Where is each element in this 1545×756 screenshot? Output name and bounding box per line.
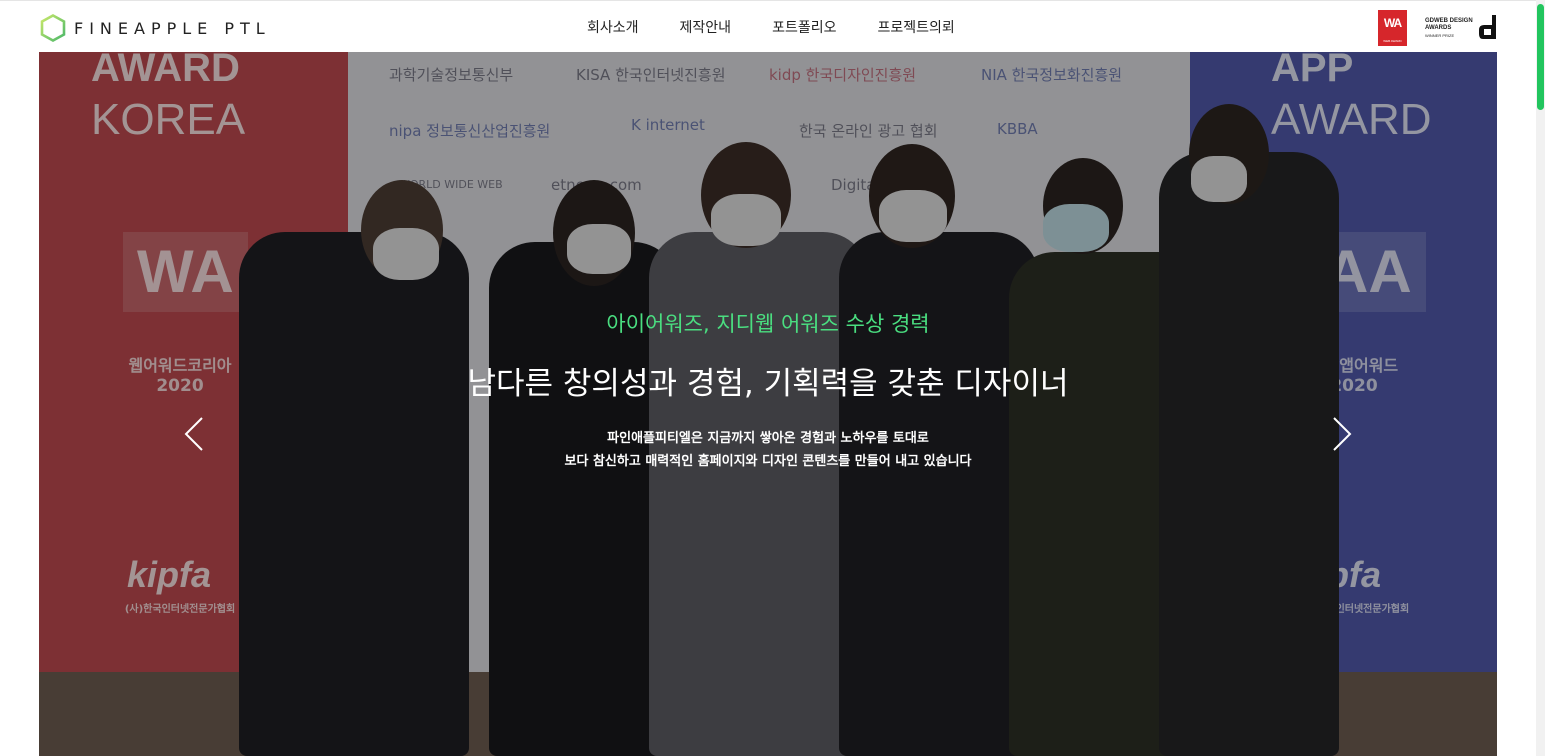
web-award-caption: WEB AWARD: [1383, 39, 1402, 43]
nav-item-guide[interactable]: 제작안내: [680, 17, 732, 37]
web-award-badge[interactable]: WA WEB AWARD: [1378, 10, 1407, 46]
web-award-mark: WA: [1383, 16, 1402, 30]
hero-overlay: [39, 52, 1497, 756]
gdweb-logo-icon: [1479, 15, 1496, 39]
nav-item-portfolio[interactable]: 포트폴리오: [772, 17, 836, 37]
logo[interactable]: FINEAPPLE PTL: [40, 14, 271, 42]
award-badges: WA WEB AWARD GDWEB DESIGN AWARDS WINNER …: [1378, 9, 1499, 47]
slider-prev-button[interactable]: [183, 416, 205, 452]
chevron-left-icon: [184, 417, 203, 451]
hero-description-line: 파인애플피티엘은 지금까지 쌓아온 경험과 노하우를 토대로: [607, 431, 929, 446]
chevron-right-icon: [1333, 417, 1352, 451]
hero-title: 남다른 창의성과 경험, 기획력을 갖춘 디자이너: [467, 366, 1069, 402]
hero-subtitle: 아이어워즈, 지디웹 어워즈 수상 경력: [606, 312, 930, 336]
gdweb-award-caption: WINNER PRIZE: [1425, 32, 1455, 38]
slider-next-button[interactable]: [1331, 416, 1353, 452]
page: FINEAPPLE PTL 회사소개 제작안내 포트폴리오 프로젝트의뢰 WA …: [0, 0, 1545, 756]
scrollbar-thumb[interactable]: [1537, 4, 1544, 110]
logo-text: FINEAPPLE PTL: [74, 18, 271, 38]
main-nav: 회사소개 제작안내 포트폴리오 프로젝트의뢰: [587, 17, 996, 37]
site-header: FINEAPPLE PTL 회사소개 제작안내 포트폴리오 프로젝트의뢰 WA …: [0, 0, 1545, 53]
nav-item-company[interactable]: 회사소개: [587, 17, 639, 37]
hexagon-logo-icon: [40, 14, 66, 42]
hero-description: 파인애플피티엘은 지금까지 쌓아온 경험과 노하우를 토대로 보다 참신하고 매…: [39, 427, 1497, 473]
nav-item-request[interactable]: 프로젝트의뢰: [877, 17, 954, 37]
gdweb-award-title: GDWEB DESIGN AWARDS: [1425, 17, 1473, 31]
hero-slider: AWARD KOREA WA 웹어워드코리아 2020 kipfa (사)한국인…: [39, 52, 1497, 756]
hero-description-line: 보다 참신하고 매력적인 홈페이지와 디자인 콘텐츠를 만들어 내고 있습니다: [564, 454, 972, 469]
page-scrollbar[interactable]: [1536, 0, 1545, 756]
gdweb-award-badge[interactable]: GDWEB DESIGN AWARDS WINNER PRIZE: [1425, 18, 1475, 39]
